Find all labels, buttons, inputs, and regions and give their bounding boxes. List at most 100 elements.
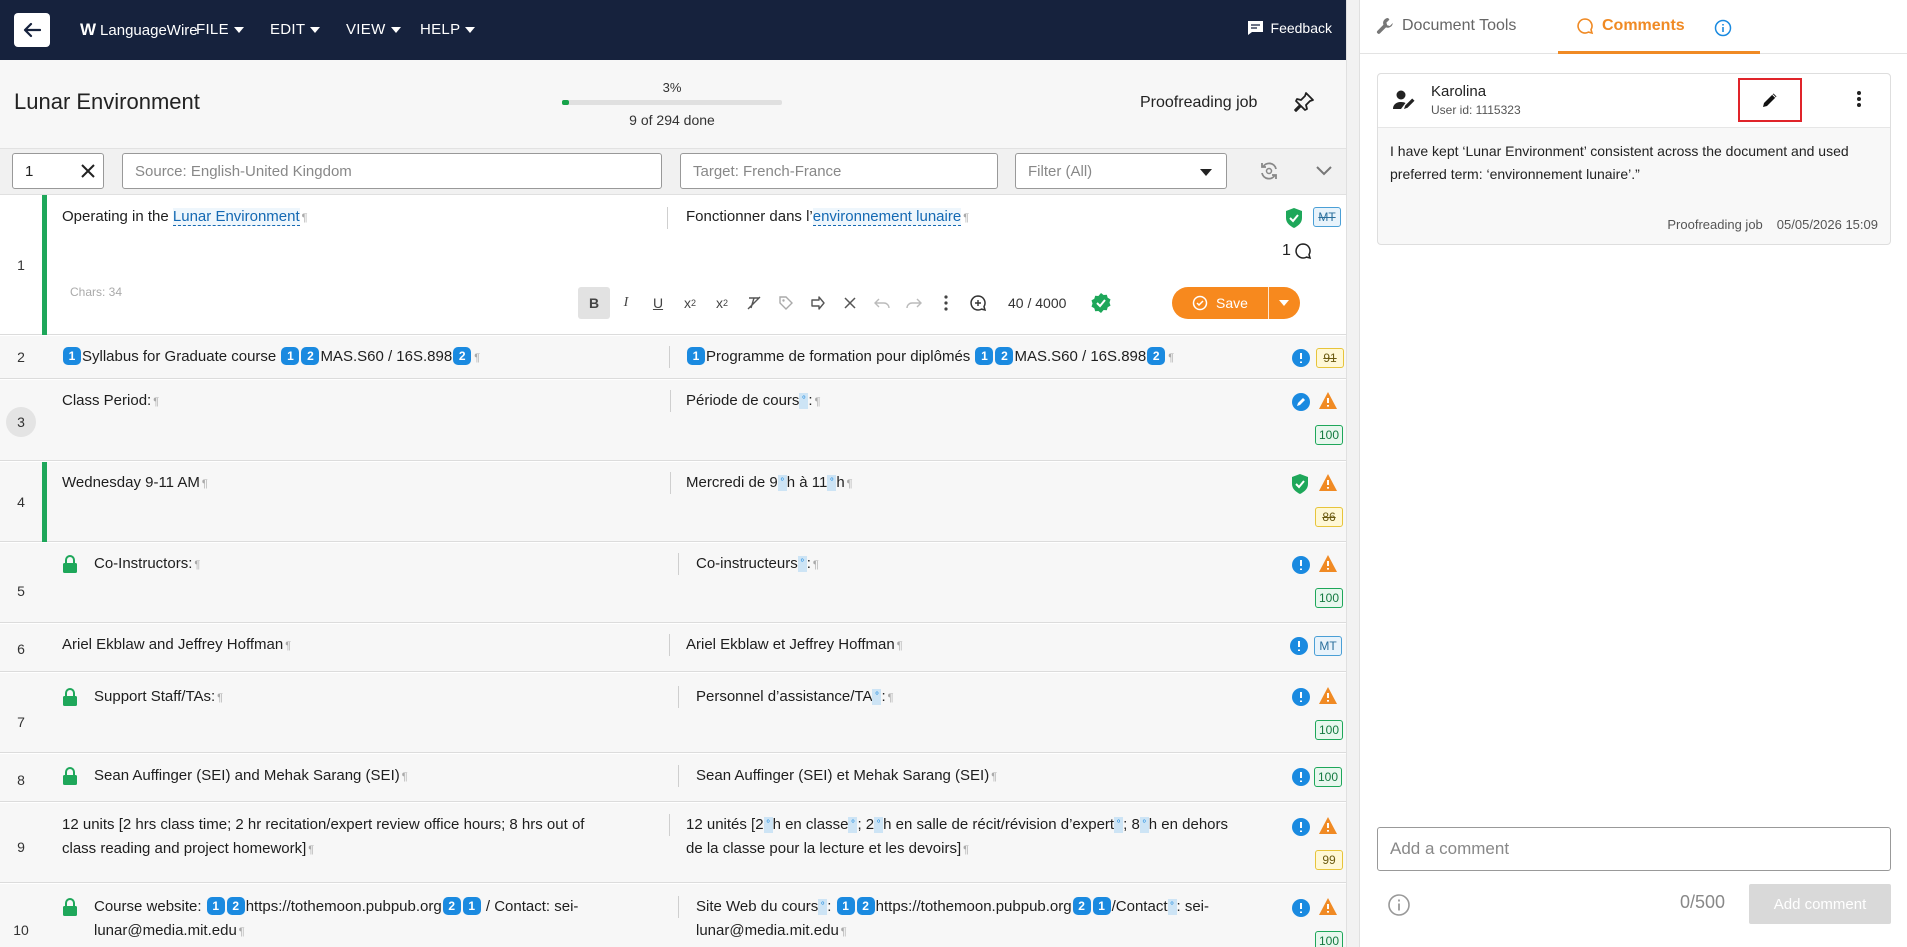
info-status-icon[interactable]: [1291, 767, 1311, 787]
chevron-down-icon[interactable]: [1314, 162, 1334, 178]
more-options-button[interactable]: [930, 287, 962, 319]
inline-tag[interactable]: 1: [462, 897, 481, 915]
segment-search-input[interactable]: 1: [12, 153, 104, 189]
refresh-search-icon[interactable]: [1257, 159, 1281, 183]
undo-button[interactable]: [866, 287, 898, 319]
add-comment-input[interactable]: Add a comment: [1377, 827, 1891, 871]
segment-row-6[interactable]: 6 Ariel Ekblaw and Jeffrey Hoffman ¶ Arie…: [0, 624, 1346, 672]
subscript-button[interactable]: x2: [674, 287, 706, 319]
match-badge: 100: [1315, 588, 1344, 608]
clear-target-button[interactable]: [834, 287, 866, 319]
underline-button[interactable]: U: [642, 287, 674, 319]
shield-check-icon[interactable]: [1284, 207, 1304, 229]
target-text[interactable]: Co-instructeurs °: ¶: [696, 552, 819, 577]
menu-view[interactable]: VIEW: [346, 21, 401, 38]
segment-row-4[interactable]: 4 Wednesday 9-11 AM ¶ Mercredi de 9 ° h à 1…: [0, 462, 1346, 542]
column-divider: [670, 390, 671, 412]
inline-tag[interactable]: 2: [301, 347, 320, 365]
segment-row-10[interactable]: 10 Course website: 1 2 https://tothemoon.p…: [0, 884, 1346, 947]
comment-options-button[interactable]: [1856, 90, 1862, 113]
inline-tag[interactable]: 2: [442, 897, 461, 915]
status-filter-select[interactable]: Filter (All): [1015, 153, 1227, 189]
target-text[interactable]: Période de cours °: ¶: [686, 389, 821, 414]
close-icon[interactable]: [79, 162, 97, 180]
target-text-part: lunar@media.mit.edu: [696, 922, 839, 939]
inline-tag[interactable]: 2: [453, 347, 472, 365]
tab-comments[interactable]: Comments: [1576, 17, 1685, 35]
target-text[interactable]: Ariel Ekblaw et Jeffrey Hoffman ¶: [686, 633, 903, 658]
feedback-button[interactable]: Feedback: [1247, 20, 1332, 36]
save-button[interactable]: Save: [1172, 287, 1268, 319]
segment-row-3[interactable]: 3 Class Period: ¶ Période de cours °: ¶ 100: [0, 380, 1346, 461]
segment-row-7[interactable]: 7 Support Staff/TAs: ¶ Personnel d’assist…: [0, 673, 1346, 753]
target-text[interactable]: Mercredi de 9 ° h à 11 ° h ¶: [686, 471, 853, 496]
info-status-icon[interactable]: [1291, 817, 1311, 837]
copy-source-button[interactable]: [802, 287, 834, 319]
info-status-icon[interactable]: [1291, 555, 1311, 575]
info-status-icon[interactable]: [1289, 636, 1309, 656]
target-text[interactable]: Personnel d’assistance/TA °: ¶: [696, 685, 894, 710]
inline-tag[interactable]: 1: [836, 897, 855, 915]
pin-button[interactable]: [1292, 90, 1316, 119]
warning-icon[interactable]: [1318, 391, 1338, 410]
segment-row-2[interactable]: 2 1 Syllabus for Graduate course 1 2 MAS.S6…: [0, 336, 1346, 379]
target-text-editor[interactable]: Fonctionner dans l’environnement lunaire…: [686, 205, 969, 230]
inline-tag[interactable]: 1: [281, 347, 300, 365]
add-comment-button[interactable]: [962, 287, 994, 319]
italic-button[interactable]: I: [610, 287, 642, 319]
warning-icon[interactable]: [1318, 816, 1338, 835]
inline-tag[interactable]: 2: [856, 897, 875, 915]
menu-file[interactable]: FILE: [196, 21, 244, 38]
inline-tag[interactable]: 2: [226, 897, 245, 915]
source-search-input[interactable]: Source: English-United Kingdom: [122, 153, 662, 189]
add-comment-button[interactable]: Add comment: [1749, 884, 1891, 924]
menu-edit[interactable]: EDIT: [270, 21, 321, 38]
inline-tag[interactable]: 1: [975, 347, 994, 365]
warning-icon[interactable]: [1318, 897, 1338, 916]
menu-help[interactable]: HELP: [420, 21, 476, 38]
target-text[interactable]: 1 Programme de formation pour diplômés 12…: [686, 345, 1174, 370]
inline-tag[interactable]: 1: [206, 897, 225, 915]
clear-format-button[interactable]: [738, 287, 770, 319]
warning-icon[interactable]: [1318, 686, 1338, 705]
info-icon[interactable]: [1714, 19, 1732, 37]
tag-button[interactable]: [770, 287, 802, 319]
term-highlight[interactable]: environnement lunaire: [812, 208, 962, 226]
inline-tag[interactable]: 1: [687, 347, 705, 365]
pane-resizer[interactable]: [1346, 0, 1360, 947]
bold-button[interactable]: B: [578, 287, 610, 319]
target-text[interactable]: 12 unités [2 ° h en classe °; 2 ° h en salle …: [686, 813, 1276, 862]
tab-document-tools[interactable]: Document Tools: [1376, 17, 1516, 35]
target-search-input[interactable]: Target: French-France: [680, 153, 998, 189]
info-status-icon[interactable]: [1291, 687, 1311, 707]
term-highlight[interactable]: Lunar Environment: [172, 208, 300, 226]
inline-tag[interactable]: 1: [1092, 897, 1111, 915]
target-text-part: Sean Auffinger (SEI) et Mehak Sarang (SE…: [696, 767, 990, 784]
info-status-icon[interactable]: [1291, 898, 1311, 918]
info-icon[interactable]: [1387, 893, 1411, 917]
nbsp-marker: °: [797, 556, 807, 572]
warning-icon[interactable]: [1318, 473, 1338, 492]
inline-tag[interactable]: 2: [1147, 347, 1166, 365]
source-text-part: Ariel Ekblaw and Jeffrey Hoffman: [62, 636, 284, 653]
comment-count[interactable]: 1: [1282, 242, 1312, 260]
target-text[interactable]: Sean Auffinger (SEI) et Mehak Sarang (SE…: [696, 764, 997, 789]
segment-row-8[interactable]: 8 Sean Auffinger (SEI) and Mehak Sarang …: [0, 754, 1346, 802]
superscript-button[interactable]: x2: [706, 287, 738, 319]
back-button[interactable]: [14, 13, 50, 47]
segment-row-1[interactable]: 1 Operating in the Lunar Environment ¶ Fo…: [0, 195, 1346, 335]
save-options-button[interactable]: [1269, 287, 1299, 319]
edit-comment-button[interactable]: [1738, 78, 1802, 122]
segment-row-5[interactable]: 5 Co-Instructors: ¶ Co-instructeurs °: ¶ 10…: [0, 543, 1346, 623]
brand-logo[interactable]: W LanguageWire: [80, 20, 198, 40]
inline-tag[interactable]: 2: [1072, 897, 1091, 915]
inline-tag[interactable]: 2: [995, 347, 1014, 365]
info-status-icon[interactable]: [1291, 348, 1311, 368]
warning-icon[interactable]: [1318, 554, 1338, 573]
edited-pencil-icon[interactable]: [1291, 392, 1311, 412]
inline-tag[interactable]: 1: [63, 347, 81, 365]
redo-button[interactable]: [898, 287, 930, 319]
target-text[interactable]: Site Web du cours °: 1 2 https://tothemoon.…: [696, 895, 1271, 944]
shield-check-icon[interactable]: [1290, 473, 1310, 495]
segment-row-9[interactable]: 9 12 units [2 hrs class time; 2 hr recit…: [0, 803, 1346, 883]
